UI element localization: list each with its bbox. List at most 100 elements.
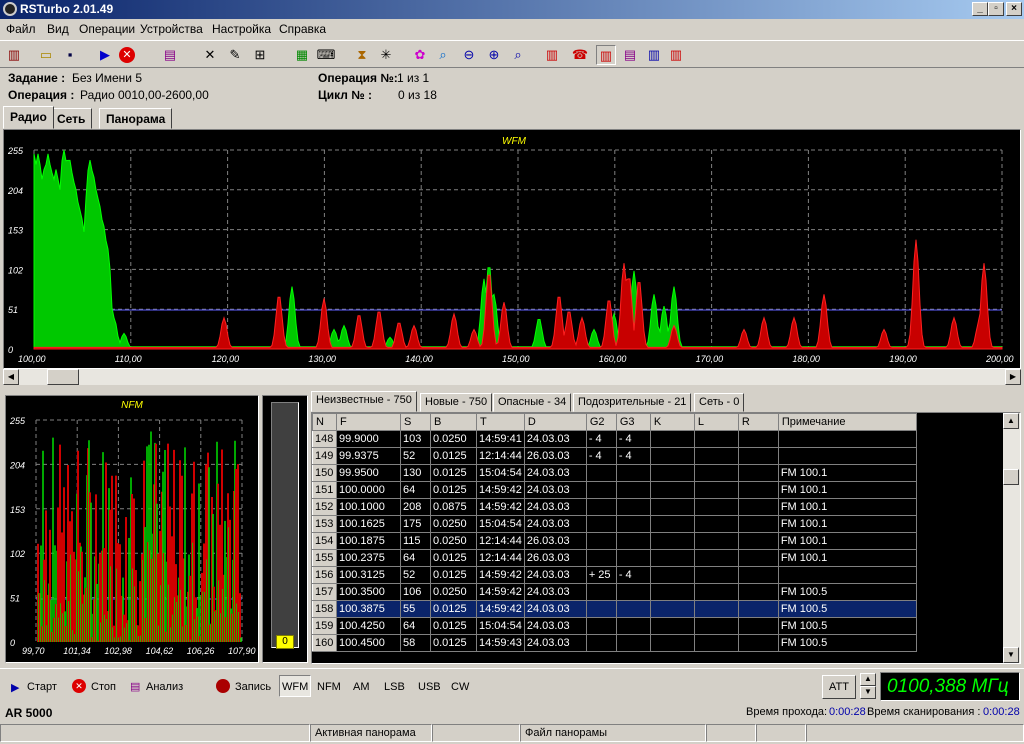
tab-unknown[interactable]: Неизвестные - 750	[311, 391, 417, 412]
table-cell	[693, 464, 739, 482]
zoom-icon[interactable]: ⌕	[508, 45, 528, 65]
table-row[interactable]: 152 100.1000 208 0.0875 14:59:42 24.03.03 FM 1…	[312, 498, 917, 516]
table-scroll-thumb[interactable]	[1003, 469, 1019, 485]
table-cell	[693, 549, 739, 567]
maximize-button[interactable]: ▫	[988, 2, 1004, 16]
table-cell: 100.3875	[336, 600, 401, 618]
tab-network[interactable]: Сеть	[50, 108, 93, 129]
menu-file[interactable]: Файл	[6, 22, 36, 36]
table-row[interactable]: 154 100.1875 115 0.0250 12:14:44 26.03.03 FM 1…	[312, 532, 917, 550]
tab-dangerous[interactable]: Опасные - 34	[493, 393, 572, 412]
mode-am[interactable]: AM	[353, 681, 370, 693]
table-row[interactable]: 155 100.2375 64 0.0125 12:14:44 26.03.03 FM 10…	[312, 549, 917, 567]
tab-panorama[interactable]: Панорама	[99, 108, 173, 129]
mode-cw[interactable]: CW	[451, 681, 469, 693]
chart-icon[interactable]: ▤	[160, 45, 180, 65]
record-button[interactable]: Запись	[235, 681, 271, 693]
freq-up-button[interactable]: ▲	[860, 673, 876, 686]
tab-radio[interactable]: Радио	[3, 106, 54, 129]
bars-red-icon[interactable]: ▥	[666, 45, 686, 65]
panorama-view-icon[interactable]: ▥	[596, 45, 616, 65]
palette-icon[interactable]: ✿	[410, 45, 430, 65]
zoom-fit-icon[interactable]: ⌕	[433, 45, 453, 65]
column-header[interactable]: B	[430, 413, 477, 431]
stop-button[interactable]: Стоп	[91, 681, 116, 693]
table-row[interactable]: 149 99.9375 52 0.0125 12:14:44 26.03.03- 4- 4	[312, 447, 917, 465]
spectrum-icon[interactable]: ▥	[542, 45, 562, 65]
att-button[interactable]: ATT	[822, 675, 856, 699]
table-cell	[649, 498, 695, 516]
table-row[interactable]: 153 100.1625 175 0.0250 15:04:54 24.03.03 FM 1…	[312, 515, 917, 533]
menu-devices[interactable]: Устройства	[140, 22, 203, 36]
column-header[interactable]: S	[400, 413, 431, 431]
table-row[interactable]: 148 99.9000 103 0.0250 14:59:41 24.03.03- 4- …	[312, 430, 917, 448]
table-scroll-up[interactable]: ▲	[1003, 413, 1019, 429]
minimize-button[interactable]: _	[972, 2, 988, 16]
start-button[interactable]: Старт	[27, 681, 57, 693]
column-header[interactable]: G2	[585, 413, 617, 431]
play-icon[interactable]: ▶	[95, 45, 115, 65]
grid-icon[interactable]: ▦	[292, 45, 312, 65]
column-header[interactable]: F	[336, 413, 401, 431]
column-header[interactable]: T	[476, 413, 525, 431]
scroll-right-button[interactable]: ▶	[1005, 369, 1021, 385]
graph-icon[interactable]: ▤	[620, 45, 640, 65]
scroll-thumb[interactable]	[47, 369, 79, 385]
tab-new[interactable]: Новые - 750	[420, 393, 493, 412]
table-row[interactable]: 159 100.4250 64 0.0125 15:04:54 24.03.03 FM 10…	[312, 617, 917, 635]
tab-suspicious[interactable]: Подозрительные - 21	[573, 393, 692, 412]
level-value[interactable]: 0	[276, 635, 294, 649]
table-row[interactable]: 158 100.3875 55 0.0125 14:59:42 24.03.03 FM 10…	[312, 600, 917, 618]
zoom-in-icon[interactable]: ⊕	[484, 45, 504, 65]
table-cell: 100.3125	[336, 566, 401, 584]
edit-icon[interactable]: ✎	[225, 45, 245, 65]
menu-operations[interactable]: Операции	[79, 22, 135, 36]
mode-usb[interactable]: USB	[418, 681, 441, 693]
table-scrollbar[interactable]: ▲ ▼	[1003, 413, 1020, 663]
network-icon[interactable]: ⊞	[250, 45, 270, 65]
analyze-button[interactable]: Анализ	[146, 681, 183, 693]
delete-icon[interactable]: ✕	[200, 45, 220, 65]
table-cell	[649, 600, 695, 618]
wfm-spectrum-chart[interactable]: WFM 255 204 153 102 51 0 100,00 110,00 120,00 13…	[4, 130, 1020, 368]
table-scroll-down[interactable]: ▼	[1003, 647, 1019, 663]
table-cell: 14:59:42	[476, 481, 525, 499]
keyboard-icon[interactable]: ⌨	[316, 45, 336, 65]
menu-settings[interactable]: Настройка	[212, 22, 271, 36]
column-header[interactable]: R	[737, 413, 779, 431]
stop-icon[interactable]: ✕	[119, 47, 135, 63]
phone-icon[interactable]: ☎	[570, 45, 590, 65]
tab-network-list[interactable]: Сеть - 0	[694, 393, 745, 412]
level-track[interactable]: 0	[271, 402, 299, 649]
menu-view[interactable]: Вид	[47, 22, 69, 36]
save-icon[interactable]: ▪	[60, 45, 80, 65]
column-header[interactable]: N	[312, 413, 337, 431]
table-row[interactable]: 150 99.9500 130 0.0125 15:04:54 24.03.03 FM 10…	[312, 464, 917, 482]
table-cell: 0.0250	[430, 430, 477, 448]
column-header[interactable]: G3	[615, 413, 651, 431]
column-header[interactable]: D	[523, 413, 587, 431]
mode-lsb[interactable]: LSB	[384, 681, 405, 693]
frequency-display[interactable]: 0100,388 МГц	[880, 672, 1020, 701]
column-header[interactable]: L	[693, 413, 739, 431]
mode-wfm[interactable]: WFM	[279, 675, 311, 697]
bars-icon[interactable]: ▥	[644, 45, 664, 65]
table-row[interactable]: 151 100.0000 64 0.0125 14:59:42 24.03.03 FM 10…	[312, 481, 917, 499]
column-header[interactable]: Примечание	[777, 413, 917, 431]
menu-help[interactable]: Справка	[279, 22, 326, 36]
open-folder-icon[interactable]: ▭	[36, 45, 56, 65]
scroll-left-button[interactable]: ◀	[3, 369, 19, 385]
freq-down-button[interactable]: ▼	[860, 686, 876, 699]
close-button[interactable]: ×	[1006, 2, 1022, 16]
mode-nfm[interactable]: NFM	[317, 681, 341, 693]
table-row[interactable]: 157 100.3500 106 0.0250 14:59:42 24.03.03 FM 1…	[312, 583, 917, 601]
table-row[interactable]: 156 100.3125 52 0.0125 14:59:42 24.03.03 + 25-…	[312, 566, 917, 584]
device-icon[interactable]: ▥	[4, 45, 24, 65]
filter-icon[interactable]: ⧗	[352, 45, 372, 65]
nfm-spectrum-chart[interactable]: NFM 255 204 153 102 51 0 99,70 101,34 102,98 104…	[6, 396, 258, 662]
main-scrollbar[interactable]: ◀ ▶	[3, 369, 1021, 385]
zoom-out-icon[interactable]: ⊖	[459, 45, 479, 65]
column-header[interactable]: K	[649, 413, 695, 431]
antenna-icon[interactable]: ✳	[376, 45, 396, 65]
table-row[interactable]: 160 100.4500 58 0.0125 14:59:43 24.03.03 FM 10…	[312, 634, 917, 652]
